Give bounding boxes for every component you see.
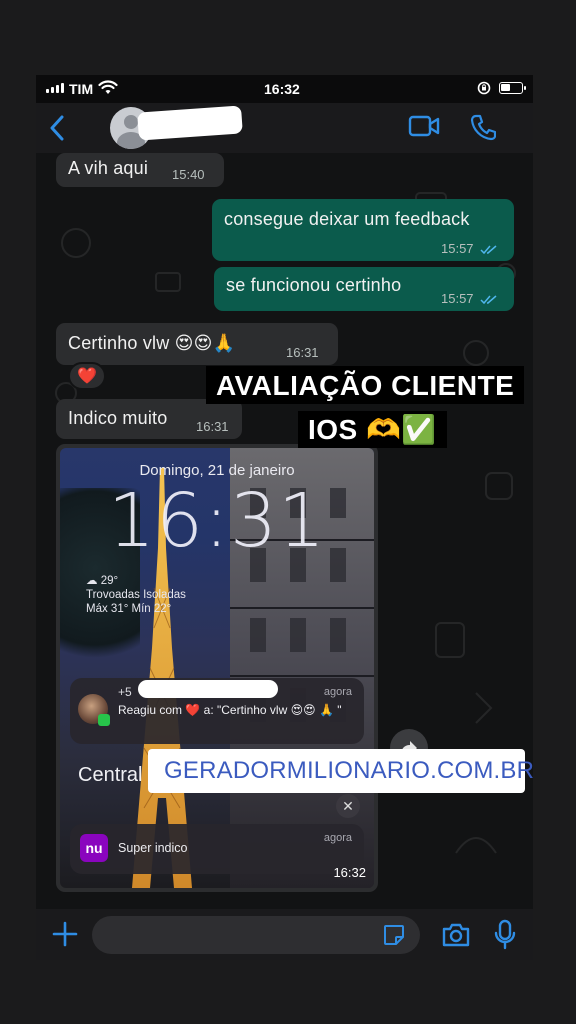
- message-input-bar: [36, 909, 533, 960]
- sticker-icon[interactable]: [382, 923, 406, 947]
- status-bar: TIM 16:32: [36, 75, 533, 103]
- message-time: 15:57: [441, 241, 498, 256]
- lockscreen-screenshot[interactable]: Domingo, 21 de janeiro 16:31 ☁ 29° Trovo…: [60, 448, 374, 888]
- read-receipt-icon: [480, 245, 497, 255]
- status-time: 16:32: [264, 81, 300, 97]
- message-text: consegue deixar um feedback: [224, 209, 470, 229]
- back-icon[interactable]: [48, 113, 68, 143]
- read-receipt-icon: [480, 295, 497, 305]
- notification-nubank[interactable]: nu Super indico agora: [70, 824, 364, 874]
- notification-title: Super indico: [118, 841, 188, 855]
- image-message[interactable]: Domingo, 21 de janeiro 16:31 ☁ 29° Trovo…: [56, 444, 378, 892]
- weather-desc: Trovoadas Isoladas: [86, 589, 186, 601]
- carrier-name: TIM: [69, 81, 94, 97]
- overlay-title: AVALIAÇÃO CLIENTE: [206, 366, 525, 404]
- message-incoming[interactable]: Indico muito 16:31: [56, 399, 242, 439]
- overlay-subtitle: IOS 🫶✅: [298, 411, 447, 448]
- chat-screen: TIM 16:32 A vih aqui 15:40 consegue deix…: [36, 75, 533, 960]
- reaction-badge[interactable]: ❤️: [68, 362, 106, 390]
- link-sticker[interactable]: GERADORMILIONARIO.COM.BR: [148, 749, 534, 793]
- message-text: A vih aqui: [68, 158, 149, 178]
- video-call-icon[interactable]: [408, 115, 440, 137]
- message-list[interactable]: A vih aqui 15:40 consegue deixar um feed…: [36, 153, 533, 909]
- weather-widget: ☁ 29° Trovoadas Isoladas Máx 31° Mín 22°: [86, 574, 186, 616]
- notification-body: Reagiu com ❤️ a: "Certinho vlw 😍😍 🙏 ": [118, 703, 342, 717]
- signal-icon: [46, 83, 64, 93]
- message-time: 16:31: [286, 345, 319, 360]
- notification-ago: agora: [323, 686, 352, 698]
- message-time-value: 15:57: [441, 291, 474, 306]
- wifi-icon: [98, 80, 118, 94]
- message-input[interactable]: [92, 916, 420, 954]
- orientation-lock-icon: [477, 81, 491, 95]
- lockscreen-time: 16:31: [107, 478, 327, 564]
- camera-icon[interactable]: [441, 922, 471, 948]
- notification-center-label: Central: [78, 764, 143, 786]
- message-time: 15:57: [441, 291, 498, 306]
- cloud-icon: ☁: [86, 575, 98, 587]
- message-time: 16:31: [196, 419, 229, 434]
- lockscreen-date: Domingo, 21 de janeiro: [139, 462, 295, 479]
- message-time: 16:32: [333, 865, 366, 880]
- message-text: se funcionou certinho: [226, 275, 402, 295]
- redacted-phone-number: [138, 680, 278, 698]
- microphone-icon[interactable]: [494, 919, 516, 951]
- whatsapp-icon: [98, 714, 110, 726]
- redacted-contact-name[interactable]: [137, 105, 243, 141]
- message-time: 15:40: [172, 167, 205, 182]
- battery-icon: [499, 82, 526, 94]
- notification-sender: +5: [118, 685, 132, 699]
- message-outgoing[interactable]: consegue deixar um feedback 15:57: [212, 199, 514, 261]
- message-incoming[interactable]: A vih aqui 15:40: [56, 153, 224, 187]
- message-incoming[interactable]: Certinho vlw 😍😍🙏 16:31: [56, 323, 338, 365]
- chat-header: [36, 103, 533, 153]
- close-icon[interactable]: ✕: [336, 794, 360, 818]
- plus-icon[interactable]: [52, 921, 78, 947]
- message-time-value: 15:57: [441, 241, 474, 256]
- reaction-emoji: ❤️: [77, 368, 97, 385]
- weather-range: Máx 31° Mín 22°: [86, 603, 172, 615]
- phone-call-icon[interactable]: [470, 113, 496, 141]
- message-text: Certinho vlw 😍😍🙏: [68, 333, 236, 353]
- notification-ago: agora: [323, 832, 352, 844]
- message-outgoing[interactable]: se funcionou certinho 15:57: [214, 267, 514, 311]
- weather-temp: 29°: [100, 575, 119, 587]
- nubank-app-icon: nu: [80, 834, 108, 862]
- link-text: GERADORMILIONARIO.COM.BR: [164, 757, 535, 784]
- message-text: Indico muito: [68, 408, 168, 428]
- notification-whatsapp[interactable]: +5 agora Reagiu com ❤️ a: "Certinho vlw …: [70, 678, 364, 744]
